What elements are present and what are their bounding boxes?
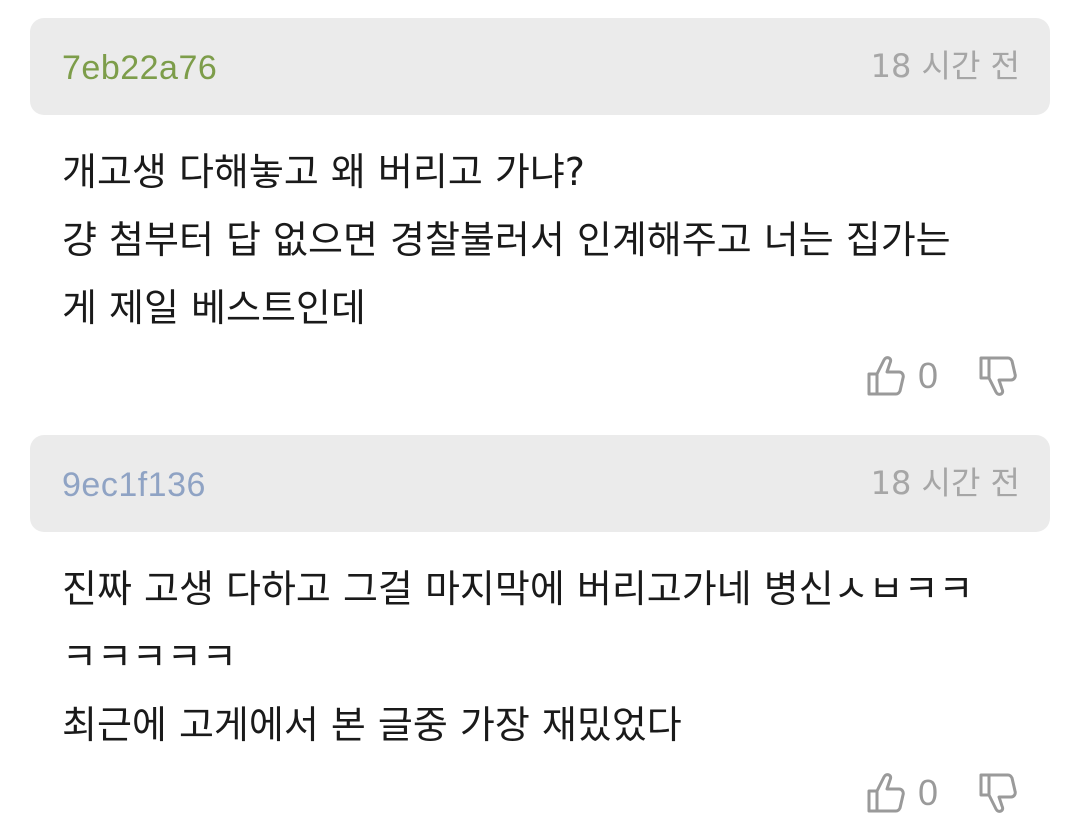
comment-author[interactable]: 9ec1f136 — [62, 463, 206, 507]
like-count: 0 — [917, 772, 938, 813]
comment-timestamp: 18 시간 전 — [870, 47, 1020, 85]
comment-body-line: 게 제일 베스트인데 — [62, 286, 366, 330]
comment-body: 개고생 다해놓고 왜 버리고 가냐? 걍 첨부터 답 없으면 경찰불러서 인계해… — [62, 138, 1052, 342]
comment-header: 7eb22a76 18 시간 전 — [30, 18, 1050, 115]
thumbs-down-icon[interactable] — [976, 770, 1022, 816]
comment-actions: 0 — [864, 765, 1022, 821]
comment-header: 9ec1f136 18 시간 전 — [30, 435, 1050, 532]
comment-body-line: 진짜 고생 다하고 그걸 마지막에 버리고가네 병신ㅅㅂㅋㅋ — [62, 567, 974, 611]
thumbs-up-icon[interactable] — [864, 770, 910, 816]
comment-author[interactable]: 7eb22a76 — [62, 46, 217, 90]
comment-actions: 0 — [864, 348, 1022, 404]
comment-timestamp: 18 시간 전 — [870, 464, 1020, 502]
like-count: 0 — [917, 355, 938, 396]
thumbs-down-icon[interactable] — [976, 353, 1022, 399]
comment-body-line: 개고생 다해놓고 왜 버리고 가냐? — [62, 150, 585, 194]
thumbs-up-icon[interactable] — [864, 353, 910, 399]
comment-body-line: 걍 첨부터 답 없으면 경찰불러서 인계해주고 너는 집가는 — [62, 218, 951, 262]
comment-body: 진짜 고생 다하고 그걸 마지막에 버리고가네 병신ㅅㅂㅋㅋ ㅋㅋㅋㅋㅋ 최근에… — [62, 555, 1052, 759]
comment-body-line: ㅋㅋㅋㅋㅋ — [62, 635, 237, 679]
comment-body-line: 최근에 고게에서 본 글중 가장 재밌었다 — [62, 703, 682, 747]
